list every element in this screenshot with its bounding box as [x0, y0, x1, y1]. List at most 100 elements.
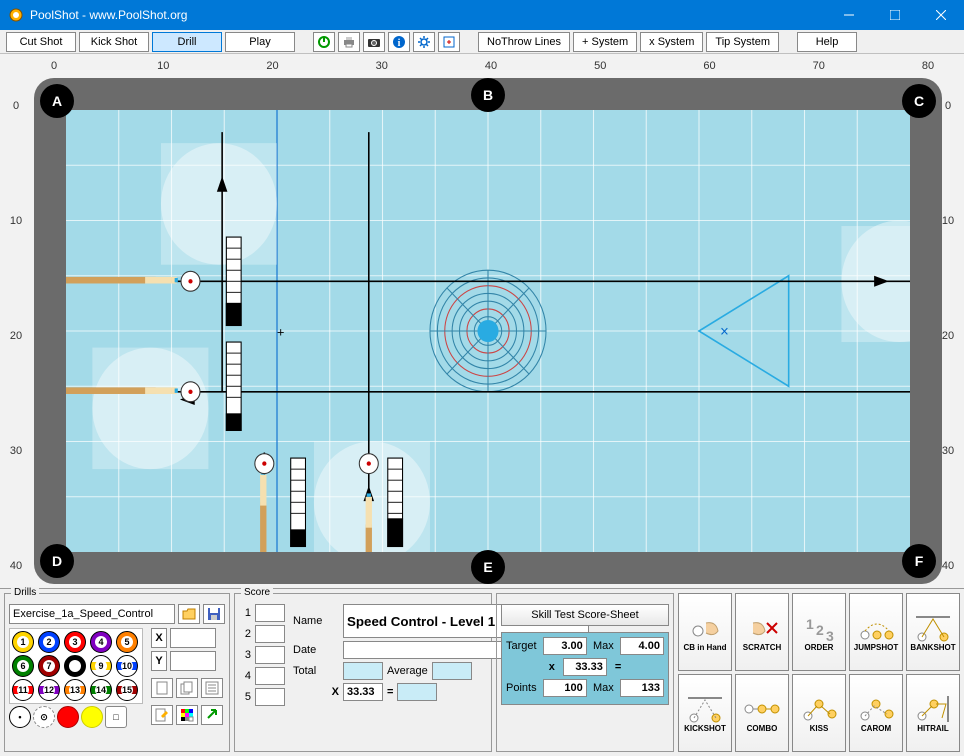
- ball-10[interactable]: 10: [116, 655, 138, 677]
- cut-shot-button[interactable]: Cut Shot: [6, 32, 76, 52]
- maximize-button[interactable]: [872, 0, 918, 30]
- pocket-d[interactable]: D: [40, 544, 74, 578]
- print-icon[interactable]: [338, 32, 360, 52]
- kiss-button[interactable]: KISS: [792, 674, 846, 752]
- save-icon[interactable]: [203, 604, 225, 624]
- camera-icon[interactable]: [363, 32, 385, 52]
- ball-4[interactable]: 4: [90, 631, 112, 653]
- new-page-icon[interactable]: [151, 678, 173, 698]
- ball-13[interactable]: 13: [64, 679, 86, 701]
- play-button[interactable]: Play: [225, 32, 295, 52]
- pool-table[interactable]: × +: [34, 78, 942, 584]
- speed-gauge: [226, 342, 241, 430]
- pocket-b[interactable]: B: [471, 78, 505, 112]
- pocket-c[interactable]: C: [902, 84, 936, 118]
- score-3-input[interactable]: [255, 646, 285, 664]
- drills-panel: Drills 123456789101112131415 • ⊙ □ X Y: [4, 593, 230, 752]
- ball-2[interactable]: 2: [38, 631, 60, 653]
- kickshot-button[interactable]: KICKSHOT: [678, 674, 732, 752]
- color-grid-icon[interactable]: [176, 705, 198, 725]
- speed-gauge: [388, 458, 403, 546]
- help-button[interactable]: Help: [797, 32, 857, 52]
- ball-5[interactable]: 5: [116, 631, 138, 653]
- svg-text:×: ×: [720, 323, 729, 340]
- window-title: PoolShot - www.PoolShot.org: [30, 8, 187, 22]
- bottom-panel: Drills 123456789101112131415 • ⊙ □ X Y: [0, 588, 964, 756]
- cloth[interactable]: × +: [66, 110, 910, 552]
- ghostball-icon[interactable]: ⊙: [33, 706, 55, 728]
- cue-stick-2: [66, 387, 178, 394]
- score-5-input[interactable]: [255, 688, 285, 706]
- y-input[interactable]: [170, 651, 216, 671]
- skill-test-button[interactable]: Skill Test Score-Sheet: [501, 604, 669, 626]
- yellowball-icon[interactable]: [81, 706, 103, 728]
- score-4-input[interactable]: [255, 667, 285, 685]
- export-icon[interactable]: [438, 32, 460, 52]
- pocket-a[interactable]: A: [40, 84, 74, 118]
- speed-gauge: [226, 237, 241, 325]
- skill-panel: Skill Test Score-Sheet Target3.00Max4.00…: [496, 593, 674, 752]
- kick-shot-button[interactable]: Kick Shot: [79, 32, 149, 52]
- tip-system-button[interactable]: Tip System: [706, 32, 779, 52]
- minimize-button[interactable]: [826, 0, 872, 30]
- x-multiplier-value: 33.33: [343, 683, 383, 701]
- bankshot-button[interactable]: BANKSHOT: [906, 593, 960, 671]
- ball-14[interactable]: 14: [90, 679, 112, 701]
- info-icon[interactable]: i: [388, 32, 410, 52]
- drills-title: Drills: [11, 587, 39, 598]
- score-panel: Score 1 2 3 4 5 Name Date Clear TotalAve…: [234, 593, 492, 752]
- list-icon[interactable]: [201, 678, 223, 698]
- drill-button[interactable]: Drill: [152, 32, 222, 52]
- close-button[interactable]: [918, 0, 964, 30]
- ball-1[interactable]: 1: [12, 631, 34, 653]
- open-folder-icon[interactable]: [178, 604, 200, 624]
- scratch-button[interactable]: SCRATCH: [735, 593, 789, 671]
- x-system-button[interactable]: x System: [640, 32, 703, 52]
- ball-palette: 123456789101112131415: [9, 628, 143, 704]
- pocket-e[interactable]: E: [471, 550, 505, 584]
- target-value: 3.00: [543, 637, 587, 655]
- power-icon[interactable]: [313, 32, 335, 52]
- edit-icon[interactable]: [151, 705, 173, 725]
- plus-system-button[interactable]: + System: [573, 32, 637, 52]
- score-1-input[interactable]: [255, 604, 285, 622]
- result-value: [397, 683, 437, 701]
- copy-icon[interactable]: [176, 678, 198, 698]
- arrow-up-icon[interactable]: [201, 705, 223, 725]
- redball-icon[interactable]: [57, 706, 79, 728]
- titlebar: PoolShot - www.PoolShot.org: [0, 0, 964, 30]
- score-title: Score: [241, 587, 273, 598]
- combo-button[interactable]: COMBO: [735, 674, 789, 752]
- cue-stick-3: [260, 471, 266, 552]
- hitrail-button[interactable]: HITRAIL: [906, 674, 960, 752]
- ball-7[interactable]: 7: [38, 655, 60, 677]
- cueball-2: [181, 382, 200, 402]
- score-2-input[interactable]: [255, 625, 285, 643]
- pocket-f[interactable]: F: [902, 544, 936, 578]
- cue-stick-1: [66, 277, 178, 284]
- x-axis-labels: 01020304050607080: [44, 60, 938, 72]
- ball-8[interactable]: 8: [64, 655, 86, 677]
- ball-3[interactable]: 3: [64, 631, 86, 653]
- ball-6[interactable]: 6: [12, 655, 34, 677]
- cb-in-hand-button[interactable]: CB in Hand: [678, 593, 732, 671]
- settings-icon[interactable]: [413, 32, 435, 52]
- svg-text:1: 1: [806, 616, 814, 632]
- carom-button[interactable]: CAROM: [849, 674, 903, 752]
- ball-15[interactable]: 15: [116, 679, 138, 701]
- exercise-name-input[interactable]: [9, 604, 175, 624]
- average-value: [432, 662, 472, 680]
- jumpshot-button[interactable]: JUMPSHOT: [849, 593, 903, 671]
- speed-gauge: [291, 458, 306, 546]
- marker-icon[interactable]: □: [105, 706, 127, 728]
- ball-9[interactable]: 9: [90, 655, 112, 677]
- cueball-icon[interactable]: •: [9, 706, 31, 728]
- order-button[interactable]: 123ORDER: [792, 593, 846, 671]
- ball-12[interactable]: 12: [38, 679, 60, 701]
- ball-11[interactable]: 11: [12, 679, 34, 701]
- x-input[interactable]: [170, 628, 216, 648]
- nothrow-lines-button[interactable]: NoThrow Lines: [478, 32, 570, 52]
- cueball-3: [255, 454, 274, 474]
- shot-types-panel: CB in Hand SCRATCH 123ORDER JUMPSHOT BAN…: [678, 593, 960, 752]
- points-value: 100: [543, 679, 587, 697]
